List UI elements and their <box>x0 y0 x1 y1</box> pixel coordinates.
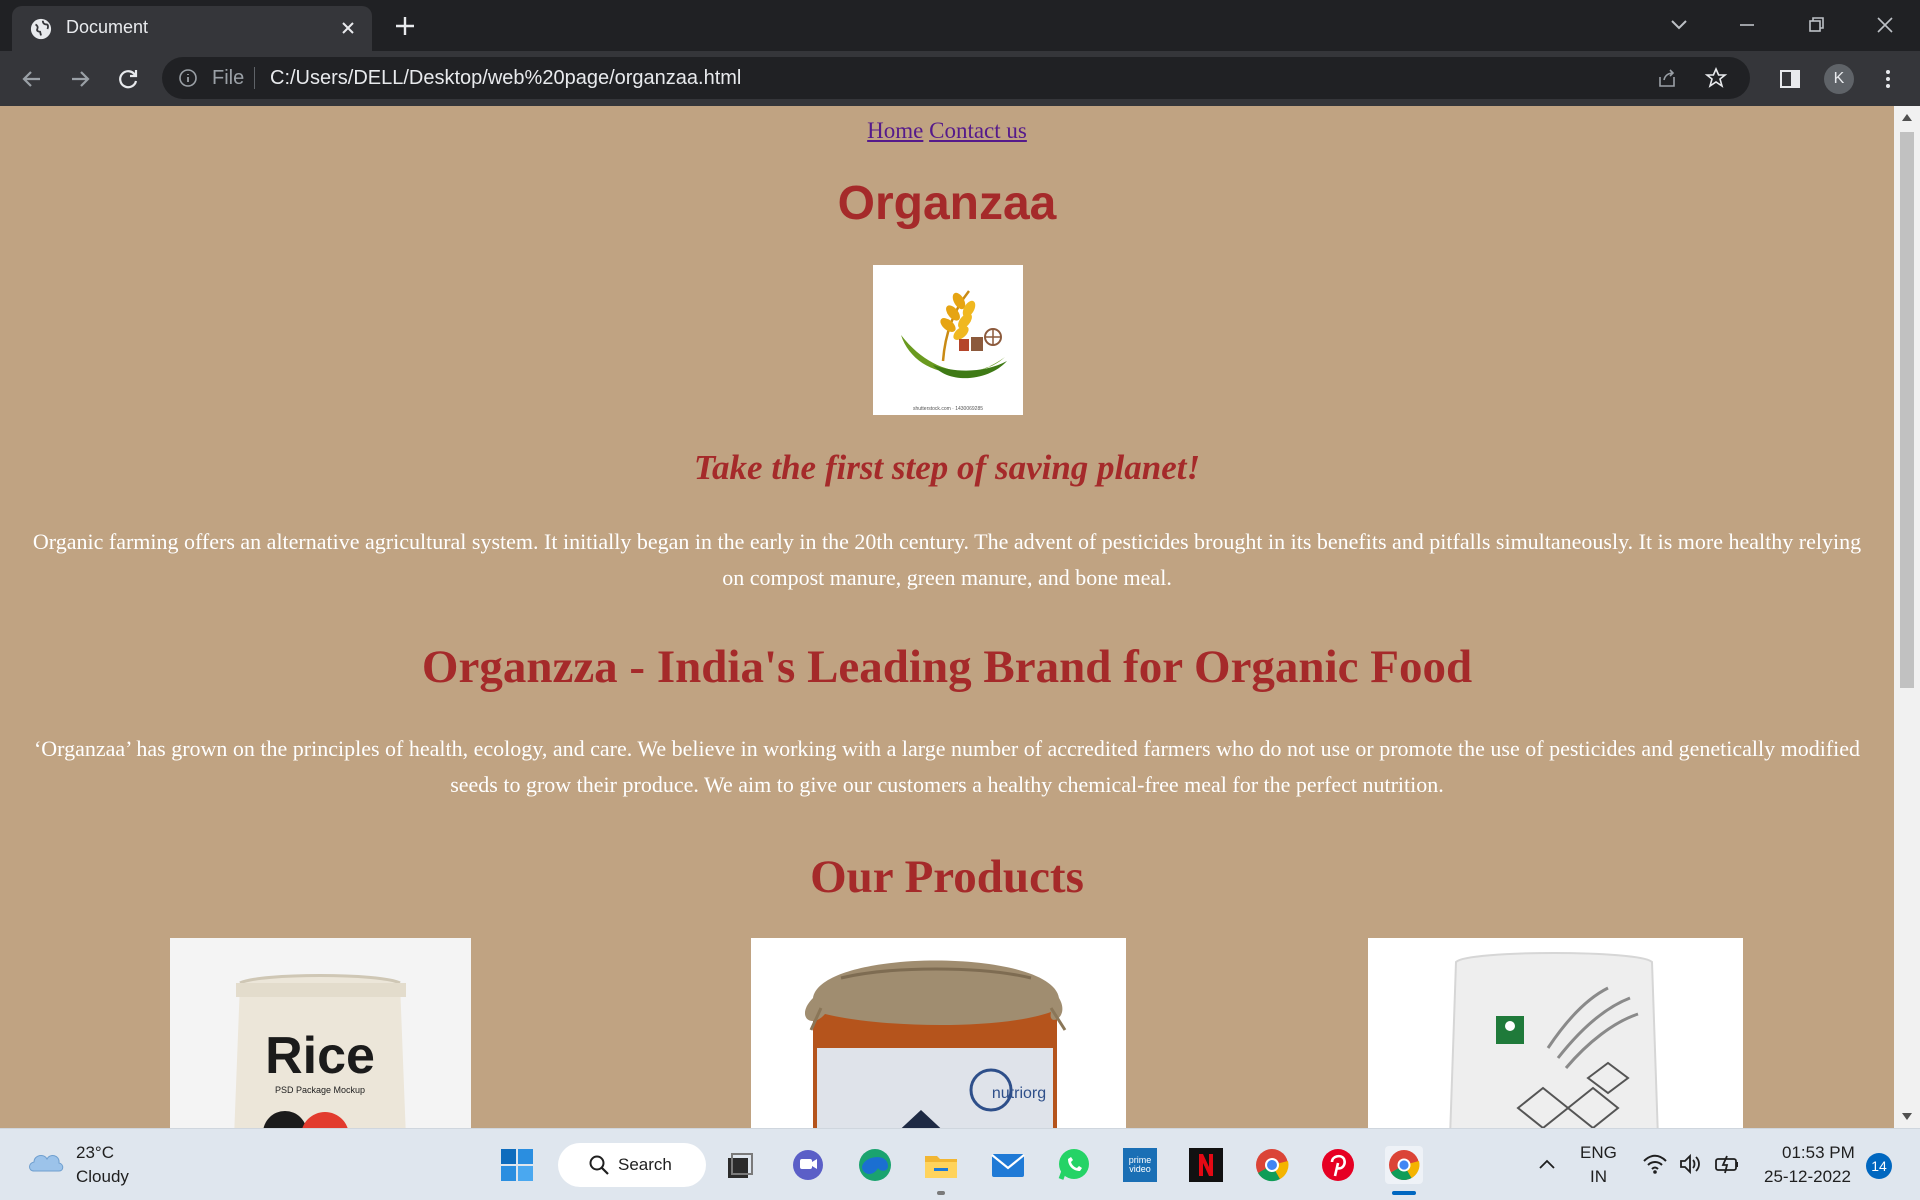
logo-caption: shutterstock.com · 1430069285 <box>912 406 984 412</box>
restore-icon[interactable] <box>1801 10 1831 40</box>
back-icon[interactable] <box>18 65 46 93</box>
scroll-down-arrow-icon[interactable] <box>1902 1113 1912 1120</box>
globe-icon <box>30 18 52 40</box>
scroll-up-arrow-icon[interactable] <box>1902 114 1912 121</box>
web-page: Home Contact us Organzaa Organic shutter… <box>0 106 1894 1128</box>
close-tab-icon[interactable] <box>338 18 358 38</box>
teams-chat-icon[interactable] <box>789 1146 827 1184</box>
products-heading: Our Products <box>810 851 1084 903</box>
product-card-herbal[interactable] <box>1368 938 1743 1128</box>
intro-paragraph: Organic farming offers an alternative ag… <box>32 529 1862 590</box>
chrome-icon[interactable] <box>1253 1146 1291 1184</box>
svg-text:video: video <box>1129 1164 1151 1174</box>
brand-logo: Organic shutterstock.com · 1430069285 <box>873 265 1023 415</box>
scrollbar-thumb[interactable] <box>1900 132 1914 688</box>
brand-heading: Organzza - India's Leading Brand for Org… <box>421 641 1473 693</box>
nav-link-contact[interactable]: Contact us <box>929 118 1027 143</box>
page-scrollbar[interactable] <box>1894 106 1920 1128</box>
nav-link-home[interactable]: Home <box>867 118 923 143</box>
tab-strip: Document <box>0 0 1920 51</box>
chrome-active-indicator <box>1392 1191 1416 1195</box>
file-explorer-icon[interactable] <box>922 1146 960 1184</box>
notification-count-badge[interactable]: 14 <box>1866 1153 1892 1179</box>
omnibox-separator <box>254 67 255 89</box>
search-label: Search <box>618 1155 672 1174</box>
search-icon <box>589 1155 609 1175</box>
battery-charging-icon[interactable] <box>1714 1151 1740 1177</box>
url-text[interactable]: C:/Users/DELL/Desktop/web%20page/organza… <box>270 67 741 90</box>
show-hidden-icons-chevron-icon[interactable] <box>1536 1155 1558 1173</box>
minimize-icon[interactable] <box>1732 10 1762 40</box>
weather-condition[interactable]: Cloudy <box>76 1167 129 1187</box>
prime-video-icon[interactable]: prime video <box>1121 1146 1159 1184</box>
taskbar-search[interactable]: Search <box>558 1143 706 1187</box>
more-menu-icon[interactable] <box>1874 65 1902 93</box>
explorer-running-indicator <box>937 1191 945 1195</box>
browser-tab[interactable]: Document <box>12 6 372 51</box>
page-viewport: Home Contact us Organzaa Organic shutter… <box>0 106 1920 1128</box>
rice-sublabel: PSD Package Mockup <box>275 1085 365 1095</box>
product-card-rice[interactable]: Rice PSD Package Mockup <box>170 938 471 1128</box>
side-panel-icon[interactable] <box>1776 65 1804 93</box>
clock-time[interactable]: 01:53 PM <box>1782 1143 1855 1163</box>
chrome-active-icon[interactable] <box>1385 1146 1423 1184</box>
rice-package-image: Rice PSD Package Mockup <box>234 974 406 1128</box>
edge-browser-icon[interactable] <box>856 1146 894 1184</box>
scheme-label: File <box>212 67 245 89</box>
tab-title: Document <box>66 17 149 37</box>
region-indicator[interactable]: IN <box>1590 1167 1607 1187</box>
share-icon[interactable] <box>1656 67 1678 89</box>
volume-icon[interactable] <box>1677 1151 1703 1177</box>
browser-toolbar: File C:/Users/DELL/Desktop/web%20page/or… <box>0 51 1920 106</box>
whatsapp-icon[interactable] <box>1055 1146 1093 1184</box>
forward-icon[interactable] <box>66 65 94 93</box>
task-view-icon[interactable] <box>720 1146 758 1184</box>
windows-taskbar: 23°C Cloudy Search prime video ENG IN 01… <box>0 1128 1920 1200</box>
reload-icon[interactable] <box>114 65 142 93</box>
organic-logo-graphic: Organic <box>901 290 1007 379</box>
logo-text: Organic <box>951 356 991 370</box>
mail-icon[interactable] <box>989 1146 1027 1184</box>
clock-date[interactable]: 25-12-2022 <box>1764 1167 1851 1187</box>
page-title: Organzaa <box>837 177 1057 230</box>
netflix-icon[interactable] <box>1187 1146 1225 1184</box>
new-tab-icon[interactable] <box>392 13 418 39</box>
bookmark-star-icon[interactable] <box>1704 66 1728 90</box>
product-card-honey[interactable]: nutriorg <box>751 938 1126 1128</box>
honey-jar-image: nutriorg <box>804 960 1067 1128</box>
site-nav: Home Contact us <box>0 118 1894 144</box>
tagline: Take the first step of saving planet! <box>693 448 1201 487</box>
profile-avatar[interactable]: K <box>1824 64 1854 94</box>
windows-start-icon[interactable] <box>498 1146 536 1184</box>
about-paragraph: ‘Organzaa’ has grown on the principles o… <box>33 736 1861 797</box>
info-icon[interactable] <box>178 68 198 88</box>
rice-label: Rice <box>265 1027 375 1085</box>
tab-search-chevron-icon[interactable] <box>1664 10 1694 40</box>
pinterest-icon[interactable] <box>1319 1146 1357 1184</box>
weather-temperature[interactable]: 23°C <box>76 1143 114 1163</box>
cloudy-weather-icon[interactable] <box>26 1147 66 1175</box>
honey-brand-label: nutriorg <box>992 1085 1046 1102</box>
wifi-icon[interactable] <box>1642 1151 1668 1177</box>
address-bar[interactable]: File C:/Users/DELL/Desktop/web%20page/or… <box>162 57 1750 99</box>
close-window-icon[interactable] <box>1870 10 1900 40</box>
herbal-pouch-image <box>1449 952 1659 1128</box>
language-indicator[interactable]: ENG <box>1580 1143 1617 1163</box>
